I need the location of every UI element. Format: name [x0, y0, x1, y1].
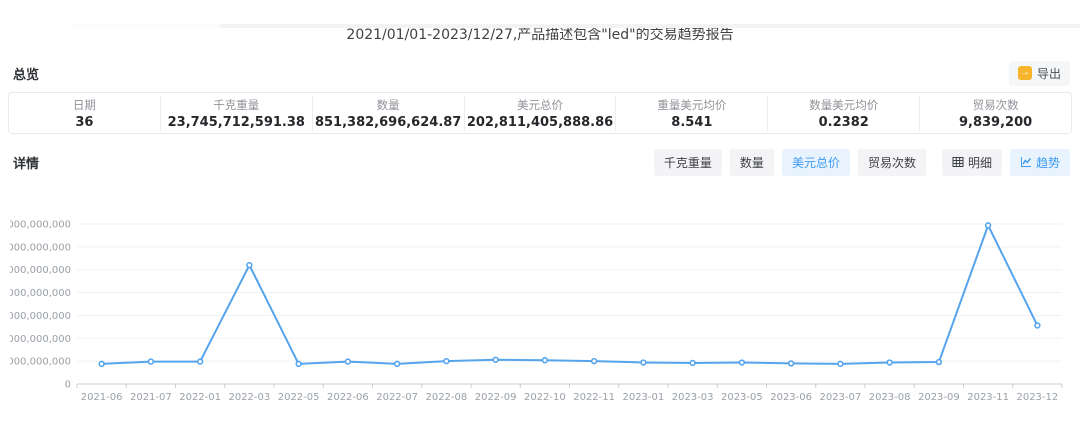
export-icon: → — [1017, 66, 1032, 80]
stat-label: 贸易次数 — [972, 97, 1019, 112]
stat-value: 9,839,200 — [958, 114, 1033, 130]
detail-view-button[interactable]: 明细 — [941, 148, 1002, 176]
svg-text:35,000,000,000: 35,000,000,000 — [10, 220, 71, 231]
stat-value: 36 — [75, 114, 94, 130]
metric-button[interactable]: 美元总价 — [781, 148, 850, 176]
top-edge-segment — [72, 24, 220, 28]
svg-text:2023-07: 2023-07 — [819, 392, 861, 403]
svg-text:2023-09: 2023-09 — [918, 392, 960, 403]
view-button-group: 明细 趋势 — [941, 148, 1070, 176]
stat-label: 重量美元均价 — [657, 97, 727, 112]
svg-text:2023-08: 2023-08 — [869, 392, 911, 403]
svg-text:5,000,000,000: 5,000,000,000 — [10, 357, 71, 368]
export-button-label: 导出 — [1036, 66, 1061, 81]
view-button-label: 趋势 — [1035, 155, 1060, 170]
top-edge-strip — [0, 24, 1080, 28]
overview-stat: 数量 851,382,696,624.87 — [313, 95, 465, 131]
stat-label: 数量美元均价 — [809, 97, 879, 112]
svg-text:2021-07: 2021-07 — [130, 392, 172, 403]
view-button-label: 明细 — [967, 155, 992, 170]
export-button[interactable]: → 导出 — [1008, 60, 1070, 86]
svg-text:2022-03: 2022-03 — [228, 392, 270, 403]
trend-view-button[interactable]: 趋势 — [1009, 148, 1070, 176]
stat-value: 851,382,696,624.87 — [314, 114, 462, 130]
overview-stat: 美元总价 202,811,405,888.86 — [465, 95, 617, 131]
svg-text:2023-03: 2023-03 — [672, 392, 714, 403]
svg-text:2023-01: 2023-01 — [622, 392, 664, 403]
svg-text:2022-05: 2022-05 — [278, 392, 320, 403]
trend-chart-icon — [1020, 156, 1032, 168]
stat-value: 23,745,712,591.38 — [167, 114, 305, 130]
overview-stat: 重量美元均价 8.541 — [616, 95, 769, 131]
overview-stat: 千克重量 23,745,712,591.38 — [161, 95, 313, 131]
svg-text:2022-06: 2022-06 — [327, 392, 369, 403]
detail-section-label: 详情 — [13, 156, 40, 172]
svg-text:2021-06: 2021-06 — [81, 392, 123, 403]
overview-header-row: 总览 → 导出 — [0, 60, 1080, 86]
svg-text:2023-11: 2023-11 — [967, 392, 1009, 403]
stat-value: 8.541 — [671, 114, 713, 130]
svg-text:2023-12: 2023-12 — [1016, 392, 1058, 403]
svg-text:2023-05: 2023-05 — [721, 392, 763, 403]
svg-text:2022-11: 2022-11 — [573, 392, 615, 403]
svg-text:2022-07: 2022-07 — [376, 392, 418, 403]
trend-chart: 0 5,000,000,000 10,000,000,000 15,000,000,0… — [0, 220, 1063, 403]
svg-text:2022-10: 2022-10 — [524, 392, 566, 403]
stat-label: 数量 — [376, 97, 400, 112]
metric-button[interactable]: 千克重量 — [653, 148, 722, 176]
svg-text:30,000,000,000: 30,000,000,000 — [10, 242, 71, 253]
detail-header-row: 详情 千克重量 数量 美元总价 贸易次数 明细 趋势 — [0, 148, 1080, 176]
overview-section-label: 总览 — [13, 67, 40, 83]
svg-text:20,000,000,000: 20,000,000,000 — [10, 288, 71, 299]
trend-chart-area: 0 5,000,000,000 10,000,000,000 15,000,000,0… — [0, 207, 1072, 417]
metric-button-group: 千克重量 数量 美元总价 贸易次数 — [653, 148, 926, 176]
svg-text:2022-09: 2022-09 — [475, 392, 517, 403]
overview-stat: 贸易次数 9,839,200 — [920, 96, 1071, 131]
overview-stat: 数量美元均价 0.2382 — [768, 95, 921, 131]
svg-text:10,000,000,000: 10,000,000,000 — [10, 334, 71, 345]
stat-value: 202,811,405,888.86 — [466, 114, 614, 130]
svg-text:15,000,000,000: 15,000,000,000 — [10, 311, 71, 322]
top-edge-segment — [0, 24, 72, 28]
metric-button[interactable]: 数量 — [729, 148, 774, 176]
svg-text:0: 0 — [65, 380, 71, 391]
stat-label: 日期 — [72, 97, 96, 112]
stat-label: 美元总价 — [517, 97, 563, 112]
svg-text:2022-01: 2022-01 — [179, 392, 221, 403]
table-icon — [952, 156, 964, 168]
svg-text:2023-06: 2023-06 — [770, 392, 812, 403]
overview-stats-bar: 日期 36 千克重量 23,745,712,591.38 数量 851,382,696,6… — [8, 92, 1072, 134]
overview-stat: 日期 36 — [9, 95, 161, 131]
stat-label: 千克重量 — [213, 97, 260, 112]
stat-value: 0.2382 — [818, 114, 869, 130]
metric-button[interactable]: 贸易次数 — [857, 148, 926, 176]
svg-text:25,000,000,000: 25,000,000,000 — [10, 265, 71, 276]
detail-toolbar: 千克重量 数量 美元总价 贸易次数 明细 趋势 — [653, 148, 1070, 176]
svg-text:2022-08: 2022-08 — [425, 392, 467, 403]
